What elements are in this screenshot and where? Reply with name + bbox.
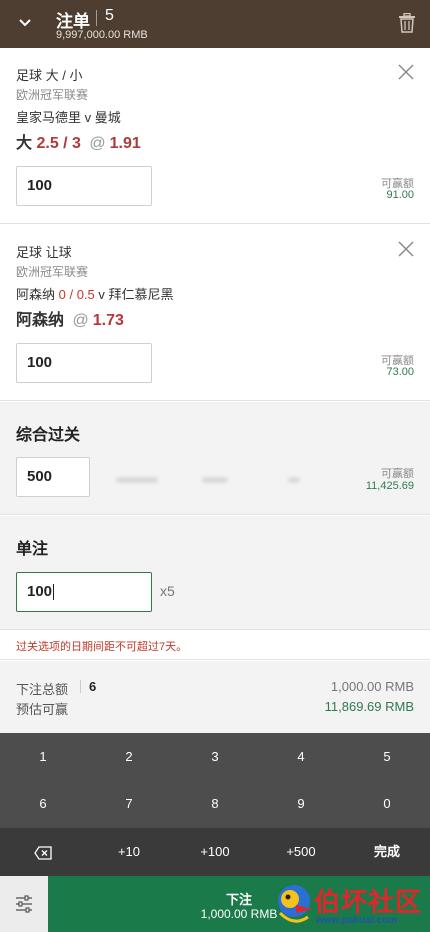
total-bet-count: 6 (89, 679, 97, 694)
home-team: 阿森纳 (16, 287, 56, 302)
bet-card: 足球 大 / 小 欧洲冠军联赛 皇家马德里 v 曼城 大 2.5 / 3 @1.… (0, 48, 430, 224)
watermark-text: 伯坏社区 (314, 888, 423, 918)
add-500-button[interactable]: +500 (258, 828, 344, 876)
sliders-icon (16, 895, 32, 913)
key-7[interactable]: 7 (86, 780, 172, 827)
stake-input[interactable]: 100 (16, 166, 152, 206)
to-win-value: 11,425.69 (365, 480, 414, 492)
backspace-icon (34, 845, 52, 860)
selection-name: 阿森纳 (16, 312, 65, 329)
key-5[interactable]: 5 (344, 733, 430, 780)
at-sign: @ (72, 312, 89, 329)
bet-market: 足球 大 / 小 (16, 68, 83, 83)
selection-odds: 1.91 (109, 135, 141, 152)
to-win-value: 73.00 (386, 366, 414, 378)
singles-section: 单注 100 x5 (0, 516, 430, 630)
divider (96, 10, 97, 26)
key-2[interactable]: 2 (86, 733, 172, 780)
selection-odds: 1.73 (92, 312, 124, 329)
estimated-win-amount: 11,869.69 RMB (324, 699, 414, 714)
watermark-url: www.pahuai.com (316, 915, 398, 926)
chevron-down-icon[interactable] (14, 12, 36, 34)
bird-logo-icon (278, 885, 312, 923)
stake-multiplier: x5 (160, 583, 175, 599)
home-team: 皇家马德里 (16, 110, 82, 125)
divider (80, 680, 81, 693)
key-3[interactable]: 3 (172, 733, 258, 780)
parlay-section: 综合过关 500 可赢额 11,425.69 (0, 402, 430, 515)
bet-league: 欧洲冠军联赛 (16, 265, 89, 279)
bet-card: 足球 让球 欧洲冠军联赛 阿森纳 0 / 0.5 v 拜仁慕尼黑 阿森纳 @1.… (0, 225, 430, 401)
warning-message: 过关选项的日期间距不可超过7天。 (0, 630, 430, 660)
watermark-logo: 伯坏社区 www.pahuai.com (272, 876, 430, 932)
text-caret (53, 584, 55, 601)
backspace-button[interactable] (0, 828, 86, 876)
trash-icon[interactable] (398, 13, 416, 33)
total-stake-amount: 1,000.00 RMB (330, 679, 414, 694)
estimated-win-label: 预估可赢 (16, 702, 69, 717)
warning-text: 过关选项的日期间距不可超过7天。 (16, 641, 188, 653)
numeric-keypad: 1 2 3 4 5 6 7 8 9 0 +10 +100 +500 完成 (0, 733, 430, 876)
add-100-button[interactable]: +100 (172, 828, 258, 876)
singles-stake-value: 100 (27, 583, 53, 600)
handicap-line: 0 / 0.5 (55, 287, 95, 302)
blurred-field (116, 477, 158, 483)
key-6[interactable]: 6 (0, 780, 86, 827)
close-icon[interactable] (398, 64, 414, 80)
close-icon[interactable] (398, 241, 414, 257)
selection-line: 2.5 / 3 (36, 135, 81, 152)
away-team: 拜仁慕尼黑 (108, 287, 174, 302)
done-button[interactable]: 完成 (344, 828, 430, 876)
bet-summary: 下注总额 6 预估可赢 1,000.00 RMB 11,869.69 RMB (0, 661, 430, 733)
key-9[interactable]: 9 (258, 780, 344, 827)
key-1[interactable]: 1 (0, 733, 86, 780)
singles-stake-input[interactable]: 100 (16, 572, 152, 612)
blurred-field (288, 477, 300, 483)
account-balance: 9,997,000.00 RMB (56, 29, 148, 41)
parlay-title: 综合过关 (16, 427, 81, 444)
parlay-stake-input[interactable]: 500 (16, 457, 90, 497)
bet-selection: 大 2.5 / 3 @1.91 (16, 129, 141, 153)
key-8[interactable]: 8 (172, 780, 258, 827)
bet-match: 皇家马德里 v 曼城 (16, 107, 121, 126)
bet-league: 欧洲冠军联赛 (16, 88, 89, 102)
to-win-label: 可赢额 (381, 468, 414, 480)
singles-title: 单注 (16, 541, 49, 558)
key-0[interactable]: 0 (344, 780, 430, 827)
selection-name: 大 (16, 135, 33, 152)
at-sign: @ (89, 135, 106, 152)
away-team: 曼城 (94, 110, 121, 125)
blurred-field (202, 477, 228, 483)
key-4[interactable]: 4 (258, 733, 344, 780)
vs-label: v (81, 110, 95, 125)
bet-match: 阿森纳 0 / 0.5 v 拜仁慕尼黑 (16, 284, 174, 303)
bet-count: 5 (105, 7, 114, 24)
to-win-value: 91.00 (386, 189, 414, 201)
total-stake-label: 下注总额 (16, 682, 69, 697)
add-10-button[interactable]: +10 (86, 828, 172, 876)
bet-market: 足球 让球 (16, 245, 72, 260)
betslip-footer: 下注 1,000.00 RMB 伯坏社区 www.pahuai.com (0, 876, 430, 932)
vs-label: v (94, 287, 109, 302)
bet-selection: 阿森纳 @1.73 (16, 306, 124, 330)
settings-button[interactable] (0, 876, 48, 932)
stake-input[interactable]: 100 (16, 343, 152, 383)
betslip-header: 注单 5 9,997,000.00 RMB (0, 0, 430, 48)
